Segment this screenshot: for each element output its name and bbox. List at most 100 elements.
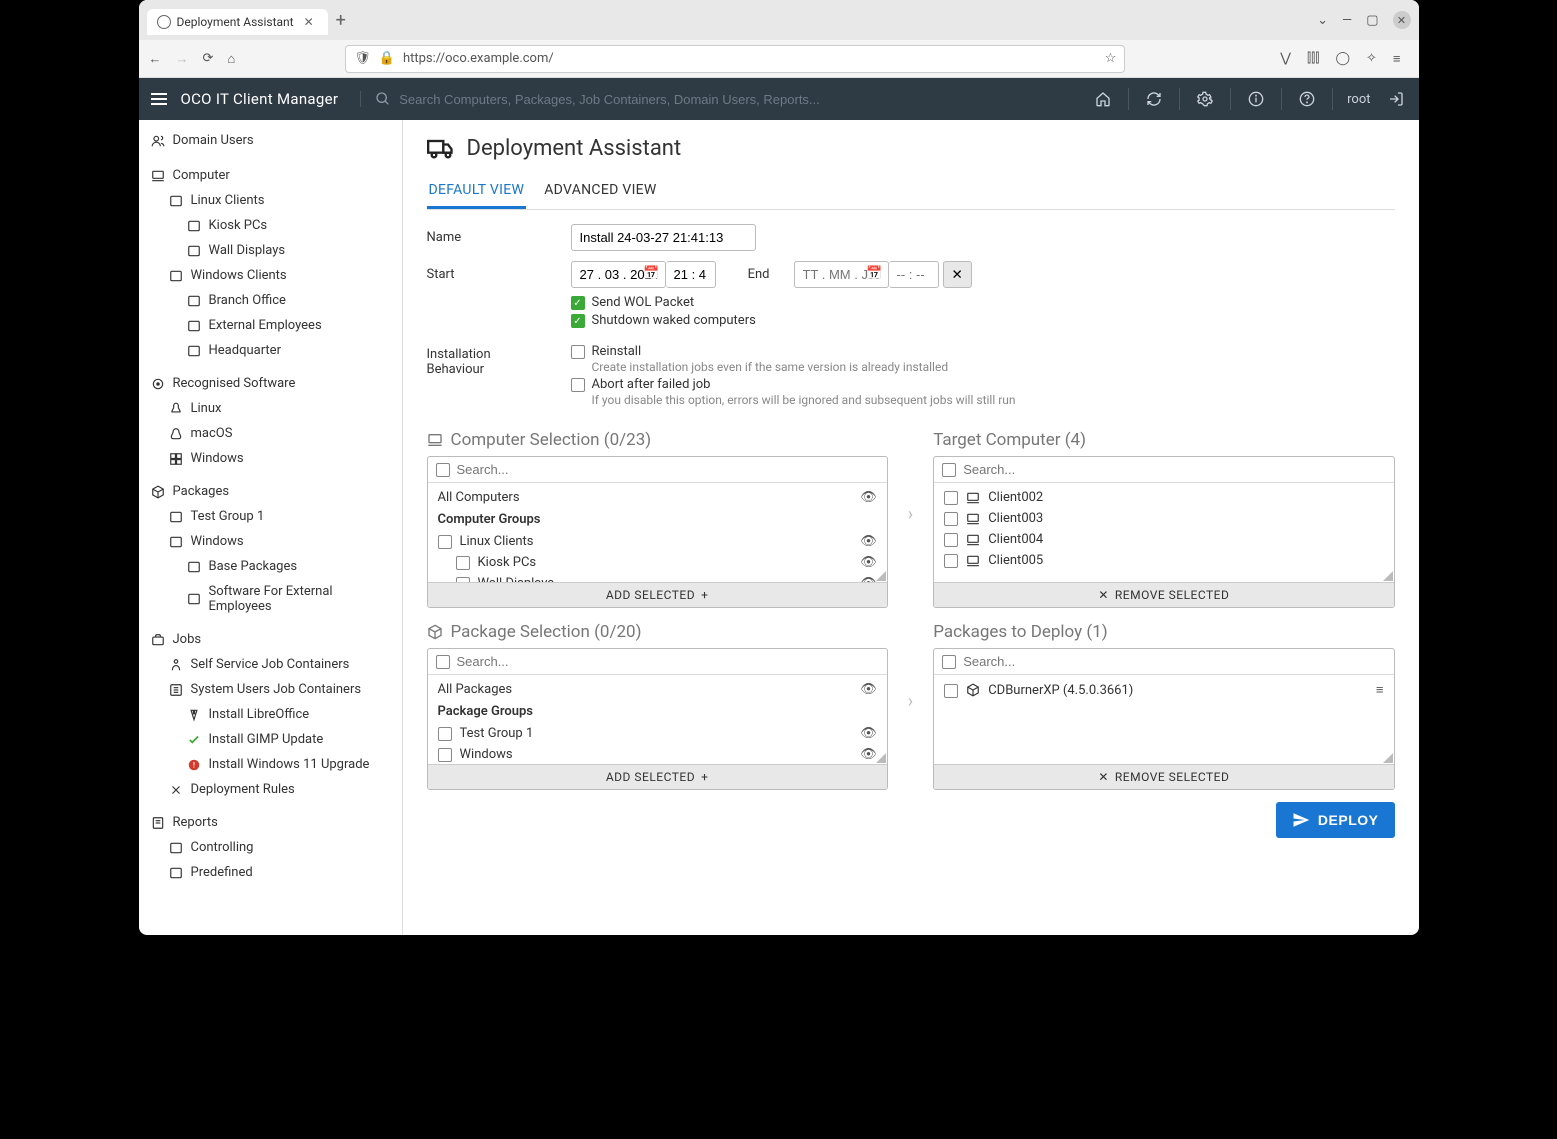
sidebar-computer[interactable]: Computer [139, 163, 402, 188]
remove-selected-computers-button[interactable]: ✕REMOVE SELECTED [934, 582, 1393, 607]
sidebar-external-employees[interactable]: External Employees [139, 313, 402, 338]
sidebar-install-gimp[interactable]: Install GIMP Update [139, 727, 402, 752]
select-all-packages-checkbox[interactable] [436, 655, 450, 669]
eye-icon[interactable]: 👁 [860, 490, 877, 505]
list-item[interactable]: Wall Displays👁 [428, 573, 887, 582]
sidebar-ext-software[interactable]: Software For External Employees [139, 579, 402, 619]
add-selected-computers-button[interactable]: ADD SELECTED+ [428, 582, 887, 607]
computer-search-input[interactable] [457, 462, 879, 477]
browser-home-icon[interactable]: ⌂ [227, 51, 235, 67]
checkbox[interactable] [456, 577, 470, 582]
home-icon[interactable] [1092, 88, 1114, 110]
sidebar-windows-clients[interactable]: Windows Clients [139, 263, 402, 288]
list-item[interactable]: Linux Clients👁 [428, 531, 887, 552]
sidebar-packages[interactable]: Packages [139, 479, 402, 504]
sidebar-macos[interactable]: macOS [139, 421, 402, 446]
drag-handle-icon[interactable]: ≡ [1376, 682, 1384, 698]
select-all-computers-checkbox[interactable] [436, 463, 450, 477]
forward-icon[interactable]: → [176, 51, 189, 67]
sidebar-recognised-software[interactable]: Recognised Software [139, 371, 402, 396]
sidebar-reports[interactable]: Reports [139, 810, 402, 835]
sidebar-wall-displays[interactable]: Wall Displays [139, 238, 402, 263]
list-item[interactable]: Client005 [934, 550, 1393, 571]
checkbox[interactable] [456, 556, 470, 570]
tab-close-icon[interactable]: ✕ [300, 15, 318, 29]
name-input[interactable] [571, 224, 756, 251]
tab-default-view[interactable]: DEFAULT VIEW [427, 174, 527, 209]
sidebar-branch-office[interactable]: Branch Office [139, 288, 402, 313]
sidebar-test-group1[interactable]: Test Group 1 [139, 504, 402, 529]
help-icon[interactable] [1296, 88, 1318, 110]
account-icon[interactable]: ◯ [1335, 51, 1350, 66]
library-icon[interactable]: ⫿⫿⫿ [1307, 51, 1319, 66]
sidebar-kiosk-pcs[interactable]: Kiosk PCs [139, 213, 402, 238]
sidebar-controlling[interactable]: Controlling [139, 835, 402, 860]
tab-advanced-view[interactable]: ADVANCED VIEW [542, 174, 658, 209]
minimize-icon[interactable]: — [1342, 13, 1352, 28]
checkbox-shutdown[interactable]: ✓ [571, 314, 585, 328]
back-icon[interactable]: ← [149, 51, 162, 67]
list-item[interactable]: Kiosk PCs👁 [428, 552, 887, 573]
add-selected-packages-button[interactable]: ADD SELECTED+ [428, 764, 887, 789]
logout-icon[interactable] [1385, 88, 1407, 110]
calendar-icon[interactable]: 📅 [643, 266, 659, 281]
pocket-icon[interactable]: ⋁ [1280, 51, 1291, 66]
sidebar-linux-clients[interactable]: Linux Clients [139, 188, 402, 213]
list-item[interactable]: Test Group 1👁 [428, 723, 887, 744]
start-time-input[interactable] [666, 261, 716, 288]
package-search-input[interactable] [457, 654, 879, 669]
sidebar-install-libre[interactable]: Install LibreOffice [139, 702, 402, 727]
list-item[interactable]: All Computers👁 [428, 487, 887, 508]
maximize-icon[interactable]: ▢ [1366, 13, 1378, 28]
close-window-icon[interactable]: ✕ [1393, 11, 1411, 29]
menu-icon[interactable] [151, 93, 167, 105]
bookmark-star-icon[interactable]: ☆ [1105, 51, 1117, 66]
sidebar-self-service[interactable]: Self Service Job Containers [139, 652, 402, 677]
clear-end-button[interactable]: ✕ [943, 261, 972, 288]
sidebar-predefined[interactable]: Predefined [139, 860, 402, 885]
sidebar-install-win11[interactable]: !Install Windows 11 Upgrade [139, 752, 402, 777]
global-search[interactable] [360, 91, 1078, 107]
info-icon[interactable] [1245, 88, 1267, 110]
eye-icon[interactable]: 👁 [860, 726, 877, 741]
checkbox-reinstall[interactable] [571, 345, 585, 359]
list-item[interactable]: Windows👁 [428, 744, 887, 764]
extensions-icon[interactable]: ✧ [1366, 51, 1377, 66]
sidebar-domain-users[interactable]: Domain Users [139, 128, 402, 153]
select-all-deploy-checkbox[interactable] [942, 655, 956, 669]
list-item[interactable]: All Packages👁 [428, 679, 887, 700]
new-tab-button[interactable]: + [336, 10, 346, 31]
deploy-button[interactable]: DEPLOY [1276, 802, 1395, 838]
sidebar-jobs[interactable]: Jobs [139, 627, 402, 652]
remove-selected-packages-button[interactable]: ✕REMOVE SELECTED [934, 764, 1393, 789]
sidebar-windows[interactable]: Windows [139, 446, 402, 471]
browser-menu-icon[interactable]: ≡ [1393, 51, 1401, 67]
list-item[interactable]: Client002 [934, 487, 1393, 508]
global-search-input[interactable] [399, 92, 819, 107]
checkbox[interactable] [438, 535, 452, 549]
list-item[interactable]: CDBurnerXP (4.5.0.3661)≡ [934, 679, 1393, 701]
sidebar-pkg-windows[interactable]: Windows [139, 529, 402, 554]
eye-icon[interactable]: 👁 [860, 555, 877, 570]
sidebar-deploy-rules[interactable]: Deployment Rules [139, 777, 402, 802]
checkbox-wol[interactable]: ✓ [571, 296, 585, 310]
refresh-icon[interactable] [1143, 88, 1165, 110]
target-search-input[interactable] [963, 462, 1385, 477]
sidebar-base-packages[interactable]: Base Packages [139, 554, 402, 579]
list-item[interactable]: Client003 [934, 508, 1393, 529]
browser-tab[interactable]: Deployment Assistant ✕ [147, 9, 328, 35]
url-bar[interactable]: 🛡 🔒 https://oco.example.com/ ☆ [345, 45, 1125, 73]
select-all-targets-checkbox[interactable] [942, 463, 956, 477]
eye-icon[interactable]: 👁 [860, 534, 877, 549]
gear-icon[interactable] [1194, 88, 1216, 110]
tabs-dropdown-icon[interactable]: ⌄ [1317, 13, 1328, 28]
reload-icon[interactable]: ⟳ [203, 51, 214, 66]
calendar-icon[interactable]: 📅 [866, 266, 882, 281]
sidebar-linux[interactable]: Linux [139, 396, 402, 421]
user-label[interactable]: root [1347, 92, 1370, 107]
checkbox-abort[interactable] [571, 378, 585, 392]
list-item[interactable]: Client004 [934, 529, 1393, 550]
eye-icon[interactable]: 👁 [860, 682, 877, 697]
sidebar-headquarter[interactable]: Headquarter [139, 338, 402, 363]
sidebar-system-users[interactable]: System Users Job Containers [139, 677, 402, 702]
